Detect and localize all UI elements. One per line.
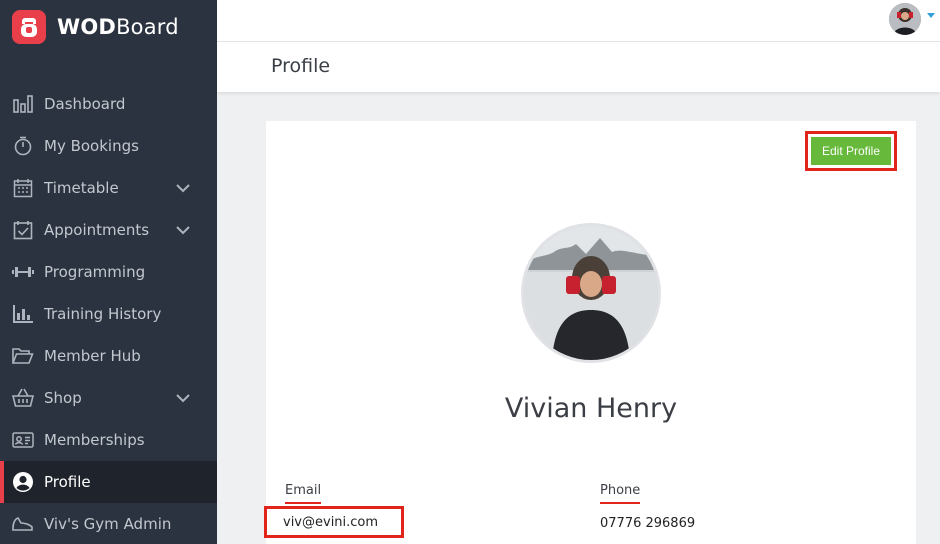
sidebar-item-label: Viv's Gym Admin — [44, 515, 172, 533]
sidebar: WODBoard Dashboard My Bookings Timetable — [0, 0, 217, 544]
profile-name: Vivian Henry — [504, 393, 678, 424]
brand-name: WODBoard — [57, 15, 179, 39]
sidebar-item-label: Profile — [44, 473, 91, 491]
email-label: Email — [285, 483, 322, 504]
email-highlight: viv@evini.com — [264, 506, 404, 538]
sidebar-item-member-hub[interactable]: Member Hub — [0, 335, 217, 377]
sidebar-item-my-bookings[interactable]: My Bookings — [0, 125, 217, 167]
folder-open-icon — [12, 345, 34, 367]
stopwatch-icon — [12, 135, 34, 157]
phone-value: 07776 296869 — [600, 516, 696, 531]
sidebar-item-gym-admin[interactable]: Viv's Gym Admin — [0, 503, 217, 544]
sidebar-item-appointments[interactable]: Appointments — [0, 209, 217, 251]
kettlebell-logo-icon — [12, 10, 46, 44]
chevron-down-icon — [176, 394, 190, 403]
chevron-down-icon — [176, 226, 190, 235]
user-circle-icon — [12, 471, 34, 493]
sidebar-item-label: Timetable — [44, 179, 119, 197]
shoe-icon — [12, 513, 34, 535]
sidebar-item-label: My Bookings — [44, 137, 139, 155]
calendar-grid-icon — [12, 177, 34, 199]
chevron-down-icon — [176, 184, 190, 193]
sidebar-item-programming[interactable]: Programming — [0, 251, 217, 293]
sidebar-item-profile[interactable]: Profile — [0, 461, 217, 503]
sidebar-item-training-history[interactable]: Training History — [0, 293, 217, 335]
sidebar-item-label: Programming — [44, 263, 146, 281]
top-bar — [217, 0, 940, 42]
chart-history-icon — [12, 303, 34, 325]
id-card-icon — [12, 429, 34, 451]
sidebar-item-label: Member Hub — [44, 347, 141, 365]
user-avatar[interactable] — [889, 3, 921, 35]
calendar-check-icon — [12, 219, 34, 241]
brand[interactable]: WODBoard — [0, 0, 217, 54]
basket-icon — [12, 387, 34, 409]
page-title: Profile — [271, 55, 331, 77]
sidebar-item-dashboard[interactable]: Dashboard — [0, 83, 217, 125]
sidebar-item-label: Appointments — [44, 221, 150, 239]
email-value: viv@evini.com — [283, 515, 379, 530]
dumbbell-icon — [12, 261, 34, 283]
edit-profile-button[interactable]: Edit Profile — [811, 137, 891, 165]
sidebar-item-shop[interactable]: Shop — [0, 377, 217, 419]
sidebar-nav: Dashboard My Bookings Timetable Appointm… — [0, 83, 217, 544]
sidebar-item-label: Dashboard — [44, 95, 126, 113]
phone-label: Phone — [600, 483, 641, 504]
page-header: Profile — [217, 42, 940, 92]
sidebar-item-label: Memberships — [44, 431, 145, 449]
sidebar-item-memberships[interactable]: Memberships — [0, 419, 217, 461]
sidebar-item-timetable[interactable]: Timetable — [0, 167, 217, 209]
sidebar-item-label: Training History — [44, 305, 162, 323]
caret-down-icon[interactable] — [927, 13, 935, 19]
edit-profile-highlight: Edit Profile — [805, 131, 897, 171]
sidebar-item-label: Shop — [44, 389, 82, 407]
profile-card: Edit Profile Vivian Henry Email Phone vi… — [264, 121, 916, 544]
profile-photo — [521, 223, 661, 363]
bar-chart-icon — [12, 93, 34, 115]
